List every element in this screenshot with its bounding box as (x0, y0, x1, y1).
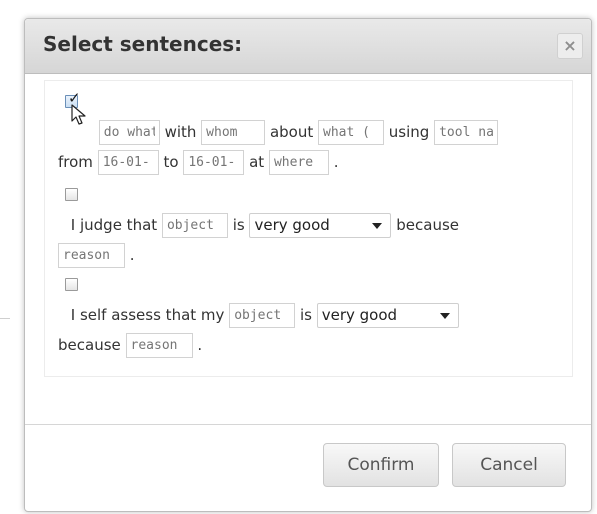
is-text: is (299, 306, 312, 324)
to-date-input[interactable] (183, 150, 245, 175)
because-text: because (396, 216, 460, 234)
sentences-panel: ✓ with about using from to at . I (44, 80, 573, 377)
about-text: about (269, 123, 314, 141)
with-text: with (164, 123, 197, 141)
sentence-end: . (333, 153, 339, 171)
is-text: is (232, 216, 245, 234)
background-divider (0, 318, 10, 319)
dialog-titlebar: Select sentences: × (25, 19, 591, 74)
confirm-button[interactable]: Confirm (323, 443, 439, 487)
chevron-down-icon (372, 223, 383, 229)
where-input[interactable] (268, 150, 329, 175)
at-text: at (249, 153, 265, 171)
self-assess-lead-text: I self assess that my (70, 306, 225, 324)
rating-select[interactable]: very good (249, 213, 392, 238)
sentence-3: I self assess that my is very good becau… (58, 300, 563, 360)
rating-selected-value: very good (321, 306, 398, 324)
sentence-end: . (129, 246, 135, 264)
object-input[interactable] (161, 213, 228, 238)
select-sentences-dialog: Select sentences: × ✓ with about using f… (24, 18, 592, 512)
rating-select[interactable]: very good (316, 303, 459, 328)
cancel-button[interactable]: Cancel (452, 443, 566, 487)
whom-input[interactable] (201, 120, 266, 145)
rating-selected-value: very good (254, 216, 330, 234)
sentence-1: with about using from to at . (58, 117, 563, 177)
to-text: to (163, 153, 179, 171)
from-date-input[interactable] (97, 150, 159, 175)
what-input[interactable] (318, 120, 385, 145)
dialog-title: Select sentences: (43, 32, 243, 56)
close-icon[interactable]: × (557, 33, 583, 59)
because-text: because (58, 336, 121, 354)
from-text: from (58, 153, 93, 171)
activity-input[interactable] (98, 120, 160, 145)
sentence-3-checkbox[interactable] (65, 278, 78, 291)
sentence-2: I judge that is very good because . (58, 210, 563, 270)
reason-input[interactable] (58, 243, 125, 268)
object-input[interactable] (229, 303, 296, 328)
sentence-end: . (197, 336, 203, 354)
chevron-down-icon (439, 313, 450, 319)
reason-input[interactable] (125, 333, 193, 358)
using-text: using (388, 123, 430, 141)
footer-divider (25, 424, 591, 425)
judge-lead-text: I judge that (70, 216, 158, 234)
tool-name-input[interactable] (434, 120, 499, 145)
sentence-2-checkbox[interactable] (65, 188, 78, 201)
